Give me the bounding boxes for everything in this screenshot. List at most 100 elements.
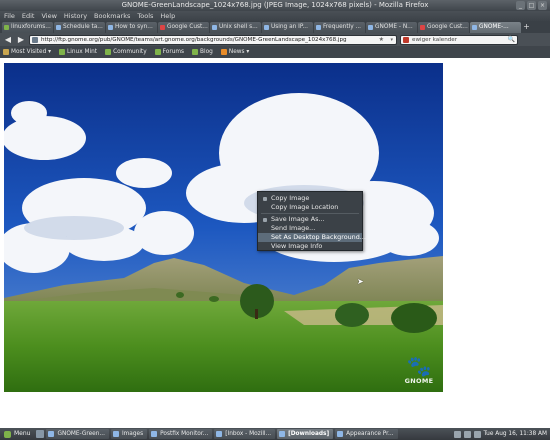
menu-separator [261,213,359,214]
image-icon [472,25,477,30]
menu-view[interactable]: View [41,11,56,21]
tab-bar: linuxforums... Schedule ta... How to syn… [0,21,550,33]
page-icon [264,25,269,30]
menu-bookmarks[interactable]: Bookmarks [94,11,130,21]
tab[interactable]: linuxforums... [2,22,53,33]
update-icon[interactable] [473,430,481,438]
menu-item-label: Copy Image Location [271,203,339,211]
page-icon [316,25,321,30]
bookmark-blog[interactable]: Blog [192,47,213,57]
tab[interactable]: Unix shell s... [210,22,261,33]
taskbar-item-active[interactable]: [Downloads] [277,429,334,439]
clock[interactable]: Tue Aug 16, 11:38 AM [484,429,547,439]
gnome-logo: 🐾 GNOME [404,355,434,385]
search-engine-icon[interactable] [403,36,409,43]
google-icon [160,25,165,30]
firefox-icon [48,431,55,437]
tab[interactable]: How to syn... [106,22,157,33]
maximize-button[interactable]: □ [527,1,536,10]
start-menu-button[interactable]: Menu [2,429,34,439]
tab-label: Unix shell s... [219,24,258,30]
menu-view-image-info[interactable]: View Image Info [258,242,362,251]
menu-file[interactable]: File [4,11,15,21]
search-input[interactable]: ewiger kalender [412,37,457,43]
bookmark-label: News ▾ [228,49,250,55]
menu-set-desktop-background[interactable]: Set As Desktop Background... ➤ [258,233,366,286]
rss-icon [220,49,227,55]
menu-copy-image-location[interactable]: Copy Image Location [258,203,362,212]
bookmark-linux-mint[interactable]: Linux Mint [59,47,97,57]
menubar: File Edit View History Bookmarks Tools H… [0,11,550,21]
taskbar-item[interactable]: Images [110,429,148,439]
taskbar-item-label: Postfix Monitor... [160,431,209,437]
start-menu-label: Menu [14,430,31,437]
window-title: GNOME-GreenLandscape_1024x768.jpg (JPEG … [121,1,429,9]
new-tab-button[interactable]: + [522,22,531,33]
tab-label: Using an IP... [271,24,308,30]
taskbar-item-label: GNOME-Green... [57,431,105,437]
tab[interactable]: Google Cust... [158,22,209,33]
bookmark-community[interactable]: Community [105,47,147,57]
menu-save-image-as[interactable]: Save Image As... [258,215,362,224]
search-bar[interactable]: ewiger kalender 🔍 [400,34,518,45]
taskbar-item-label: Appearance Pr... [346,431,394,437]
downloads-icon [279,431,286,437]
menu-copy-image[interactable]: Copy Image [258,194,362,203]
search-icon[interactable]: 🔍 [508,36,515,44]
menu-edit[interactable]: Edit [22,11,35,21]
copy-icon [263,197,267,201]
mint-logo-icon [4,431,11,438]
page-icon [108,25,113,30]
bookmark-news[interactable]: News ▾ [220,47,250,57]
menu-item-label: Set As Desktop Background... [271,233,366,241]
site-identity-icon[interactable] [32,36,38,43]
bookmark-label: Forums [162,49,185,55]
bookmark-forums[interactable]: Forums [154,47,185,57]
taskbar-item[interactable]: Postfix Monitor... [149,429,213,439]
google-icon [420,25,425,30]
image-context-menu: Copy Image Copy Image Location Save Imag… [257,191,366,286]
bookmark-most-visited[interactable]: Most Visited ▾ [3,47,51,57]
taskbar-item[interactable]: [Inbox - Mozill... [214,429,276,439]
taskbar-item[interactable]: Appearance Pr... [335,429,398,439]
landscape-image[interactable]: 🐾 GNOME [4,63,443,392]
tab[interactable]: Schedule ta... [54,22,105,33]
close-button[interactable]: × [538,1,547,10]
page-content: 🐾 GNOME Copy Image Copy Image Location S… [0,58,550,427]
gnome-logo-text: GNOME [404,377,434,385]
tab-label: How to syn... [115,24,153,30]
tab[interactable]: Using an IP... [262,22,313,33]
menu-item-label: Save Image As... [271,215,325,223]
back-button[interactable]: ◀ [3,35,13,45]
bookmark-star-icon[interactable]: ★ [379,36,384,44]
forward-button[interactable]: ▶ [16,35,26,45]
tab[interactable]: GNOME - N... [366,22,417,33]
url-dropdown-icon[interactable]: ▾ [390,36,393,44]
mint-icon [105,49,112,55]
menu-history[interactable]: History [64,11,87,21]
mail-icon [216,431,223,437]
menu-send-image[interactable]: Send Image... [258,224,362,233]
menu-help[interactable]: Help [160,11,175,21]
tab-active[interactable]: GNOME-... [470,22,521,33]
bookmark-label: Linux Mint [67,49,98,55]
linux-icon [4,25,9,30]
mint-icon [154,49,161,55]
tab[interactable]: Frequently ... [314,22,365,33]
save-icon [263,218,267,222]
gnome-icon [368,25,373,30]
tab[interactable]: Google Cust... [418,22,469,33]
show-desktop-icon[interactable] [36,430,45,438]
tab-label: Google Cust... [427,24,468,30]
folder-icon [112,431,119,437]
menu-tools[interactable]: Tools [137,11,153,21]
bookmarks-toolbar: Most Visited ▾ Linux Mint Community Foru… [0,46,550,58]
volume-icon[interactable] [463,430,471,438]
bookmark-label: Community [113,49,147,55]
minimize-button[interactable]: _ [516,1,525,10]
taskbar-item[interactable]: GNOME-Green... [46,429,109,439]
url-bar[interactable]: http://ftp.gnome.org/pub/GNOME/teams/art… [29,34,397,45]
gnome-foot-icon: 🐾 [406,354,432,378]
network-icon[interactable] [453,430,461,438]
tab-label: GNOME - N... [375,24,413,30]
